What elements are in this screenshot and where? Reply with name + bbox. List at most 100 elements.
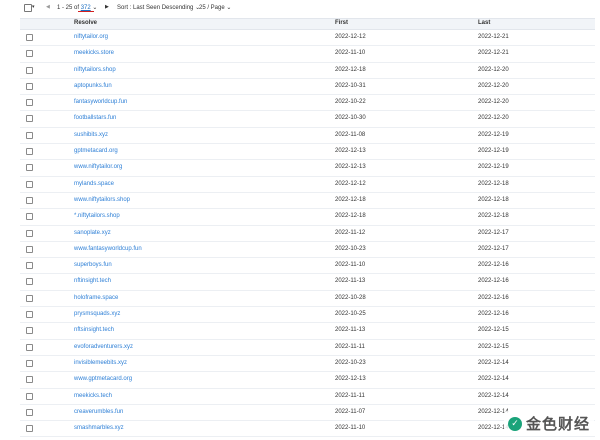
row-checkbox[interactable]	[26, 262, 33, 270]
resolve-link[interactable]: sanoplate.xyz	[74, 230, 111, 236]
row-checkbox[interactable]	[26, 82, 33, 90]
last-seen-date: 2022-12-21	[478, 34, 509, 40]
row-checkbox[interactable]	[26, 50, 33, 58]
row-checkbox[interactable]	[26, 376, 33, 384]
table-row[interactable]: gptmetacard.org 2022-12-13 2022-12-19	[20, 144, 595, 161]
next-page-icon[interactable]: ▶	[105, 4, 109, 10]
table-row[interactable]: sanoplate.xyz 2022-11-12 2022-12-17	[20, 226, 595, 242]
resolve-link[interactable]: creaverumbles.fun	[74, 409, 123, 415]
column-header-resolve[interactable]: Resolve	[74, 20, 97, 26]
first-seen-date: 2022-12-12	[335, 34, 366, 40]
table-row[interactable]: footballstars.fun 2022-10-30 2022-12-20	[20, 111, 595, 128]
pagination-range: 1 - 25 of 372 ⌄	[57, 4, 97, 11]
row-checkbox[interactable]	[26, 245, 33, 253]
first-seen-date: 2022-10-23	[335, 245, 366, 252]
table-row[interactable]: invisiblemeebits.xyz 2022-10-23 2022-12-14	[20, 356, 595, 373]
select-menu-caret-icon[interactable]: ▾	[32, 4, 35, 10]
first-seen-date: 2022-11-10	[335, 50, 366, 57]
resolve-link[interactable]: invisiblemeebits.xyz	[74, 360, 127, 366]
table-row[interactable]: www.niftytailors.shop 2022-12-18 2022-12-1…	[20, 193, 595, 210]
resolve-link[interactable]: prysmsquads.xyz	[74, 311, 120, 317]
table-row[interactable]: fantasyworldcup.fun 2022-10-22 2022-12-20	[20, 95, 595, 112]
resolve-link[interactable]: aptopunks.fun	[74, 83, 112, 89]
row-checkbox[interactable]	[26, 164, 33, 172]
resolve-link[interactable]: www.niftytailors.shop	[74, 197, 130, 203]
resolve-link[interactable]: gptmetacard.org	[74, 148, 118, 154]
last-seen-date: 2022-12-17	[478, 245, 509, 252]
row-checkbox[interactable]	[26, 294, 33, 302]
sort-dropdown[interactable]: Sort : Last Seen Descending ⌄	[117, 4, 200, 11]
table-row[interactable]: www.gptmetacard.org 2022-12-13 2022-12-14	[20, 372, 595, 389]
table-row[interactable]: prysmsquads.xyz 2022-10-25 2022-12-16	[20, 307, 595, 324]
resolve-link[interactable]: niftytailors.shop	[74, 67, 116, 73]
resolve-link[interactable]: smashmarbles.xyz	[74, 425, 124, 431]
resolve-link[interactable]: sushibits.xyz	[74, 132, 108, 138]
table-row[interactable]: aptopunks.fun 2022-10-31 2022-12-20	[20, 79, 595, 96]
table-row[interactable]: www.fantasyworldcup.fun 2022-10-23 2022-12…	[20, 242, 595, 259]
table-row[interactable]: mylands.space 2022-12-12 2022-12-18	[20, 177, 595, 193]
resolve-link[interactable]: www.niftytailor.org	[74, 164, 122, 170]
column-header-last[interactable]: Last	[478, 20, 490, 26]
last-seen-date: 2022-12-18	[478, 213, 509, 220]
row-checkbox[interactable]	[26, 99, 33, 107]
table-row[interactable]: *.niftytailors.shop 2022-12-18 2022-12-18	[20, 209, 595, 226]
table-row[interactable]: niftytailor.org 2022-12-12 2022-12-21	[20, 30, 595, 47]
last-seen-date: 2022-12-14	[478, 376, 509, 383]
row-checkbox[interactable]	[26, 196, 33, 204]
first-seen-date: 2022-11-10	[335, 262, 366, 269]
row-checkbox[interactable]	[26, 343, 33, 351]
table-row[interactable]: holoframe.space 2022-10-28 2022-12-16	[20, 291, 595, 308]
row-checkbox[interactable]	[26, 425, 33, 433]
row-checkbox[interactable]	[26, 392, 33, 400]
row-checkbox[interactable]	[26, 359, 33, 367]
table-row[interactable]: evoforadventurers.xyz 2022-11-11 2022-12-1…	[20, 340, 595, 356]
row-checkbox[interactable]	[26, 115, 33, 123]
resolve-link[interactable]: meekicks.store	[74, 50, 114, 56]
row-checkbox[interactable]	[26, 311, 33, 319]
table-row[interactable]: niftytailors.shop 2022-12-18 2022-12-20	[20, 63, 595, 79]
resolve-link[interactable]: nftsinsight.tech	[74, 327, 114, 333]
resolve-link[interactable]: mylands.space	[74, 181, 114, 187]
row-checkbox[interactable]	[26, 278, 33, 286]
site-watermark: ✓ 金色财经	[503, 411, 594, 436]
table-row[interactable]: www.niftytailor.org 2022-12-13 2022-12-19	[20, 160, 595, 177]
first-seen-date: 2022-12-13	[335, 376, 366, 383]
resolve-link[interactable]: meekicks.tech	[74, 393, 112, 399]
resolve-link[interactable]: holoframe.space	[74, 295, 118, 301]
first-seen-date: 2022-10-31	[335, 82, 366, 89]
first-seen-date: 2022-12-18	[335, 213, 366, 220]
table-row[interactable]: sushibits.xyz 2022-11-08 2022-12-19	[20, 128, 595, 145]
row-checkbox[interactable]	[26, 131, 33, 139]
first-seen-date: 2022-12-13	[335, 148, 366, 155]
row-checkbox[interactable]	[26, 327, 33, 335]
row-checkbox[interactable]	[26, 148, 33, 156]
row-checkbox[interactable]	[26, 229, 33, 237]
table-row[interactable]: meekicks.tech 2022-11-11 2022-12-14	[20, 389, 595, 405]
select-all-checkbox[interactable]	[24, 4, 32, 12]
row-checkbox[interactable]	[26, 408, 33, 416]
resolve-link[interactable]: superboys.fun	[74, 262, 112, 268]
table-body: niftytailor.org 2022-12-12 2022-12-21 meeki…	[20, 30, 595, 438]
resolve-link[interactable]: *.niftytailors.shop	[74, 213, 120, 219]
table-row[interactable]: nftinsight.tech 2022-11-13 2022-12-16	[20, 274, 595, 291]
table-toolbar: ▾ ◀ 1 - 25 of 372 ⌄ ▶ Sort : Last Seen D…	[0, 0, 600, 18]
resolve-link[interactable]: niftytailor.org	[74, 34, 108, 40]
column-header-first[interactable]: First	[335, 20, 348, 26]
resolve-link[interactable]: footballstars.fun	[74, 115, 116, 121]
last-seen-date: 2022-12-17	[478, 229, 509, 236]
table-row[interactable]: meekicks.store 2022-11-10 2022-12-21	[20, 46, 595, 63]
resolve-link[interactable]: www.fantasyworldcup.fun	[74, 246, 142, 252]
first-seen-date: 2022-12-12	[335, 180, 366, 187]
resolve-link[interactable]: www.gptmetacard.org	[74, 376, 132, 382]
row-checkbox[interactable]	[26, 180, 33, 188]
row-checkbox[interactable]	[26, 34, 33, 41]
resolve-link[interactable]: evoforadventurers.xyz	[74, 344, 133, 350]
resolve-link[interactable]: nftinsight.tech	[74, 278, 111, 284]
previous-page-icon[interactable]: ◀	[46, 4, 50, 10]
row-checkbox[interactable]	[26, 213, 33, 221]
resolve-link[interactable]: fantasyworldcup.fun	[74, 99, 127, 105]
per-page-dropdown[interactable]: 25 / Page ⌄	[199, 4, 231, 11]
table-row[interactable]: superboys.fun 2022-11-10 2022-12-16	[20, 258, 595, 275]
row-checkbox[interactable]	[26, 66, 33, 74]
table-row[interactable]: nftsinsight.tech 2022-11-13 2022-12-15	[20, 323, 595, 340]
